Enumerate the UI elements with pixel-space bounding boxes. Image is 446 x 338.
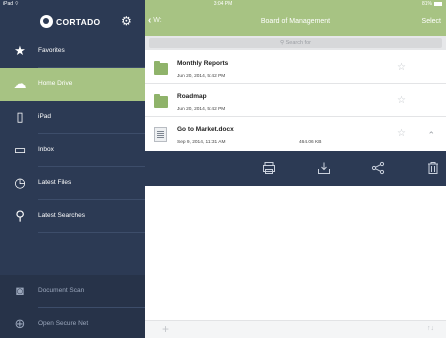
sidebar-item-home-drive[interactable]: ☁ Home Drive bbox=[0, 68, 145, 101]
add-icon[interactable]: + bbox=[162, 322, 169, 336]
sidebar-item-favorites[interactable]: ★ Favorites bbox=[0, 35, 145, 68]
sidebar-item-label: Open Secure Net bbox=[38, 320, 89, 327]
status-time: 3:04 PM bbox=[213, 1, 233, 7]
sidebar-item-label: Home Drive bbox=[38, 80, 73, 87]
bottom-toolbar: + ↑↓ bbox=[145, 320, 446, 338]
divider bbox=[38, 232, 145, 233]
file-size: 464.06 KB bbox=[299, 140, 322, 145]
globe-icon: ⊕ bbox=[14, 316, 26, 331]
camera-icon: ◙ bbox=[16, 283, 24, 298]
status-bar: iPad ⌔ 3:04 PM 81% bbox=[0, 0, 446, 9]
search-placeholder: ⚲ Search for bbox=[149, 40, 442, 46]
battery-icon bbox=[434, 1, 442, 6]
sidebar-item-label: Latest Files bbox=[38, 179, 72, 186]
brand-name: CORTADO bbox=[56, 17, 101, 27]
sort-icon[interactable]: ↑↓ bbox=[427, 325, 434, 332]
star-icon: ★ bbox=[14, 43, 26, 58]
sidebar-item-document-scan[interactable]: ◙ Document Scan bbox=[0, 275, 145, 308]
clock-icon: ◷ bbox=[14, 175, 26, 190]
share-icon[interactable] bbox=[371, 161, 385, 175]
file-row-go-to-market[interactable]: Go to Market.docx Sep 9, 2014, 11:31 AM … bbox=[145, 117, 446, 151]
magnifier-icon: ⚲ bbox=[15, 208, 25, 223]
file-name: Monthly Reports bbox=[177, 60, 229, 67]
file-row-monthly-reports[interactable]: Monthly Reports Jun 20, 2014, 5:42 PM ☆ bbox=[145, 51, 446, 84]
select-button[interactable]: Select bbox=[422, 18, 441, 25]
file-date: Jun 20, 2014, 5:42 PM bbox=[177, 74, 226, 79]
file-action-bar bbox=[145, 151, 446, 186]
chevron-up-icon[interactable]: ⌃ bbox=[427, 130, 435, 141]
search-input[interactable]: ⚲ Search for bbox=[149, 38, 442, 48]
document-icon bbox=[154, 127, 167, 142]
sidebar-bottom-section: ◙ Document Scan ⊕ Open Secure Net bbox=[0, 275, 145, 338]
sidebar-item-latest-searches[interactable]: ⚲ Latest Searches bbox=[0, 200, 145, 233]
star-outline-icon[interactable]: ☆ bbox=[397, 128, 406, 139]
file-name: Go to Market.docx bbox=[177, 126, 234, 133]
search-icon: ⚲ bbox=[280, 39, 285, 46]
sidebar-item-label: iPad bbox=[38, 113, 52, 120]
tablet-icon: ▯ bbox=[16, 109, 24, 124]
search-bar: ⚲ Search for bbox=[145, 36, 446, 50]
gear-icon[interactable]: ⚙ bbox=[121, 14, 132, 28]
folder-icon bbox=[154, 61, 168, 75]
sidebar-item-label: Favorites bbox=[38, 47, 65, 54]
cloud-icon: ☁ bbox=[13, 76, 27, 91]
print-icon[interactable] bbox=[262, 161, 276, 175]
brand-header: CORTADO ⚙ bbox=[0, 9, 145, 35]
status-battery: 81% bbox=[422, 1, 442, 7]
sidebar-item-inbox[interactable]: ▭ Inbox bbox=[0, 134, 145, 167]
sidebar-item-label: Document Scan bbox=[38, 287, 85, 294]
sidebar-item-ipad[interactable]: ▯ iPad bbox=[0, 101, 145, 134]
inbox-icon: ▭ bbox=[13, 142, 27, 157]
battery-level: 81% bbox=[421, 1, 432, 7]
star-outline-icon[interactable]: ☆ bbox=[397, 95, 406, 106]
sidebar-item-label: Latest Searches bbox=[38, 212, 85, 219]
sidebar-item-open-secure-net[interactable]: ⊕ Open Secure Net bbox=[0, 308, 145, 338]
star-outline-icon[interactable]: ☆ bbox=[397, 62, 406, 73]
folder-icon bbox=[154, 94, 168, 108]
cortado-logo-icon bbox=[40, 15, 53, 28]
file-date: Sep 9, 2014, 11:31 AM bbox=[177, 140, 226, 145]
file-date: Jun 20, 2014, 5:42 PM bbox=[177, 107, 226, 112]
trash-icon[interactable] bbox=[426, 161, 440, 175]
page-title: Board of Management bbox=[260, 18, 331, 25]
file-name: Roadmap bbox=[177, 93, 207, 100]
sidebar-item-label: Inbox bbox=[38, 146, 54, 153]
download-icon[interactable] bbox=[317, 161, 331, 175]
search-placeholder-text: Search for bbox=[285, 39, 311, 46]
file-row-roadmap[interactable]: Roadmap Jun 20, 2014, 5:42 PM ☆ bbox=[145, 84, 446, 117]
sidebar-item-latest-files[interactable]: ◷ Latest Files bbox=[0, 167, 145, 200]
sidebar: CORTADO ⚙ ★ Favorites ☁ Home Drive ▯ iPa… bbox=[0, 0, 145, 338]
main-pane: ‹ W: Board of Management Select ⚲ Search… bbox=[145, 0, 446, 338]
